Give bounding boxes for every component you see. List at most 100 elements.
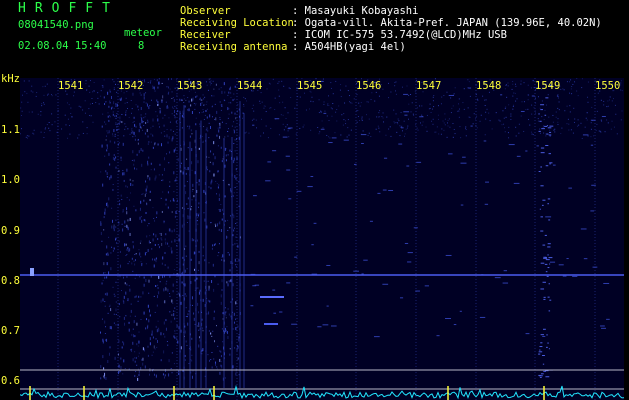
y-tick-label: 0.6 <box>1 375 20 387</box>
echo-speck <box>138 295 140 298</box>
echo-speck <box>125 113 127 116</box>
echo-dash <box>326 305 329 307</box>
echo-speck <box>161 210 163 213</box>
echo-speck <box>191 360 193 362</box>
noise-speck <box>523 130 525 132</box>
noise-speck <box>513 92 515 94</box>
echo-speck <box>185 172 187 175</box>
echo-speck <box>545 145 549 147</box>
echo-speck <box>545 259 550 261</box>
echo-speck <box>233 157 235 161</box>
noise-speck <box>20 115 22 117</box>
noise-speck <box>283 85 285 87</box>
noise-speck <box>21 101 23 103</box>
echo-speck <box>223 82 225 86</box>
echo-speck <box>118 169 120 172</box>
echo-speck <box>103 229 105 231</box>
noise-speck <box>142 129 144 131</box>
echo-speck <box>185 99 187 101</box>
echo-speck <box>202 246 204 249</box>
echo-speck <box>100 377 102 380</box>
echo-speck <box>137 355 139 357</box>
echo-speck <box>190 104 192 107</box>
echo-speck <box>221 160 223 163</box>
echo-speck <box>109 163 111 166</box>
noise-speck <box>446 122 448 124</box>
echo-speck <box>115 308 117 312</box>
noise-speck <box>54 121 56 123</box>
echo-speck <box>201 102 203 104</box>
echo-speck <box>147 135 149 138</box>
echo-speck <box>106 144 108 147</box>
echo-speck <box>161 262 163 265</box>
echo-speck <box>161 239 163 241</box>
noise-speck <box>131 108 133 110</box>
echo-speck <box>143 117 145 119</box>
echo-speck <box>101 125 103 128</box>
echo-dash <box>445 318 451 320</box>
echo-speck <box>171 211 173 214</box>
noise-speck <box>468 81 470 83</box>
echo-speck <box>120 156 122 159</box>
echo-speck <box>159 110 161 114</box>
echo-speck <box>174 215 176 218</box>
noise-speck <box>345 123 347 125</box>
echo-speck <box>233 215 235 219</box>
noise-speck <box>145 92 147 94</box>
noise-speck <box>507 132 509 134</box>
echo-speck <box>121 198 123 200</box>
noise-speck <box>510 118 512 120</box>
noise-speck <box>394 85 396 87</box>
echo-speck <box>134 315 136 317</box>
noise-speck <box>396 131 398 133</box>
echo-speck <box>157 238 159 241</box>
noise-speck <box>168 91 170 93</box>
noise-speck <box>305 109 307 111</box>
echo-speck <box>115 115 117 118</box>
echo-speck <box>185 168 187 170</box>
noise-speck <box>227 135 229 137</box>
echo-speck <box>126 197 128 199</box>
noise-speck <box>43 102 45 104</box>
echo-dash <box>520 110 525 112</box>
echo-speck <box>106 146 108 150</box>
echo-speck <box>120 97 122 101</box>
echo-speck <box>221 289 223 292</box>
noise-speck <box>378 112 380 114</box>
echo-speck <box>103 79 105 81</box>
echo-speck <box>129 217 131 221</box>
echo-speck <box>238 181 240 183</box>
noise-speck <box>437 114 439 116</box>
noise-speck <box>527 84 529 86</box>
noise-speck <box>111 106 113 108</box>
noise-speck <box>40 114 42 116</box>
noise-speck <box>259 102 261 104</box>
echo-speck <box>224 195 226 198</box>
echo-speck <box>119 250 121 253</box>
noise-speck <box>255 127 257 129</box>
noise-speck <box>382 112 384 114</box>
echo-dash <box>448 153 453 155</box>
echo-speck <box>159 163 161 166</box>
echo-speck <box>546 334 548 336</box>
echo-speck <box>121 223 123 225</box>
echo-speck <box>221 90 223 94</box>
echo-speck <box>130 309 132 313</box>
echo-speck <box>135 209 137 212</box>
echo-speck <box>211 366 213 369</box>
noise-speck <box>340 96 342 98</box>
echo-speck <box>110 252 112 254</box>
noise-speck <box>255 119 257 121</box>
echo-speck <box>234 112 236 115</box>
echo-speck <box>108 130 110 134</box>
echo-speck <box>235 236 237 238</box>
echo-speck <box>229 149 231 152</box>
echo-speck <box>234 264 236 266</box>
echo-speck <box>157 86 159 89</box>
noise-speck <box>346 136 348 138</box>
echo-speck <box>147 345 149 348</box>
echo-speck <box>114 135 116 137</box>
echo-dash <box>513 182 520 184</box>
echo-speck <box>203 126 205 128</box>
echo-speck <box>128 199 130 202</box>
